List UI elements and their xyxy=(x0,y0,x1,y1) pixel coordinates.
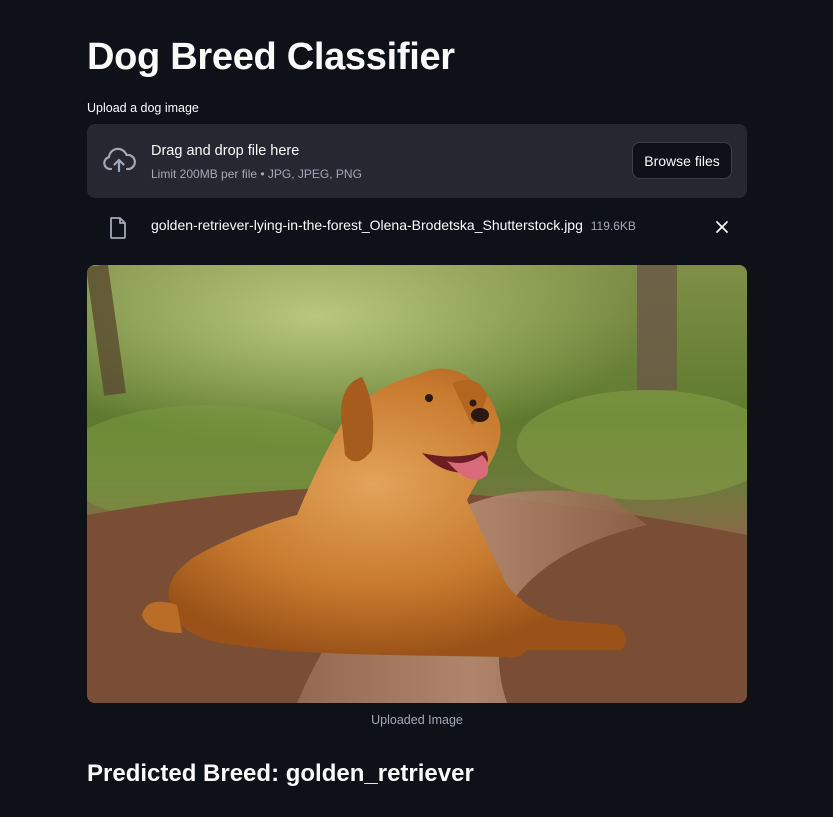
uploaded-file-name: golden-retriever-lying-in-the-forest_Ole… xyxy=(151,217,636,233)
image-caption: Uploaded Image xyxy=(371,713,463,727)
dropzone-limit-text: Limit 200MB per file • JPG, JPEG, PNG xyxy=(151,167,362,181)
dog-photo-illustration xyxy=(87,265,747,703)
file-icon xyxy=(110,217,126,239)
file-size: 119.6KB xyxy=(590,219,636,233)
predicted-breed: Predicted Breed: golden_retriever xyxy=(87,760,474,787)
page-title: Dog Breed Classifier xyxy=(87,36,455,78)
file-name-text: golden-retriever-lying-in-the-forest_Ole… xyxy=(151,217,583,233)
dropzone-instructions: Drag and drop file here xyxy=(151,143,300,159)
close-icon xyxy=(716,221,728,233)
file-dropzone[interactable]: Drag and drop file here Limit 200MB per … xyxy=(87,124,747,198)
cloud-upload-icon xyxy=(103,147,136,173)
uploaded-image xyxy=(87,265,747,703)
browse-files-button[interactable]: Browse files xyxy=(632,142,732,179)
upload-label: Upload a dog image xyxy=(87,101,199,115)
remove-file-button[interactable] xyxy=(711,216,733,238)
uploaded-file-row: golden-retriever-lying-in-the-forest_Ole… xyxy=(87,206,747,248)
